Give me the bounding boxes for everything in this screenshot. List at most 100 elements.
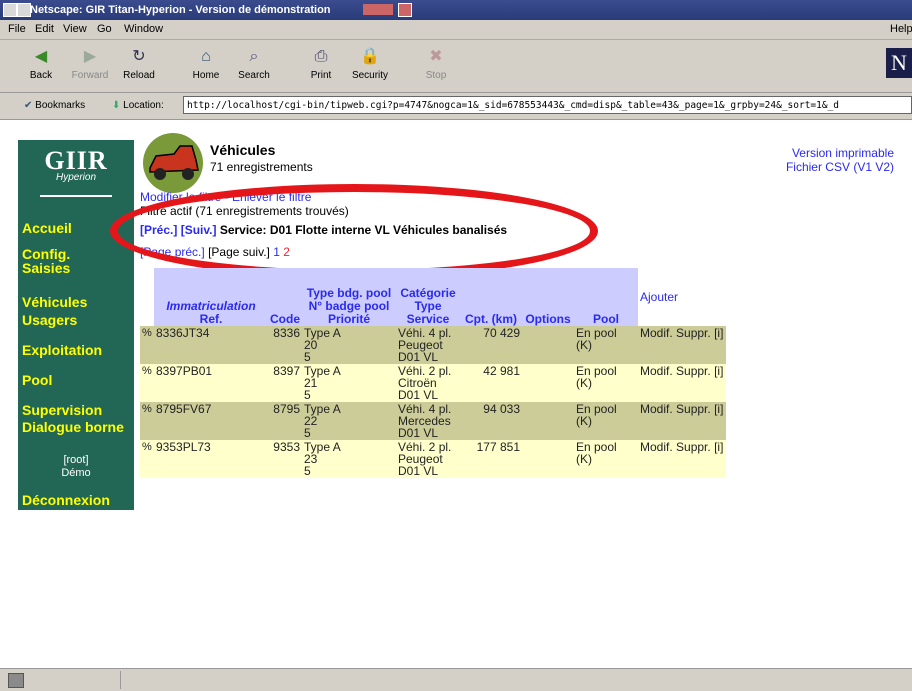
cell-code: 8795 (268, 402, 302, 440)
header-categorie[interactable]: Catégorie Type Service (396, 268, 460, 326)
csv-file-link[interactable]: Fichier CSV (V1 V2) (786, 160, 894, 174)
search-icon: ⌕ (249, 48, 259, 65)
header-code[interactable]: Code (268, 268, 302, 326)
security-lock-icon[interactable] (8, 673, 24, 688)
row-percent-link[interactable]: % (140, 402, 154, 440)
forward-button[interactable]: ▶ Forward (65, 46, 115, 81)
print-icon: ⎙ (314, 48, 328, 65)
page-content: GIIR Hyperion Accueil Config. Saisies Vé… (0, 120, 912, 668)
sidebar-item-supervision[interactable]: Supervision (22, 402, 102, 418)
back-button[interactable]: ◀ Back (16, 46, 66, 81)
header-cpt[interactable]: Cpt. (km) (460, 268, 522, 326)
stop-button[interactable]: ✖ Stop (411, 46, 461, 81)
reload-icon: ↻ (132, 48, 146, 65)
modify-link[interactable]: Modif. (640, 364, 673, 378)
sidebar-item-deconnexion[interactable]: Déconnexion (22, 492, 110, 508)
bookmark-icon: ✔ (24, 100, 33, 111)
print-button[interactable]: ⎙ Print (296, 46, 346, 81)
row-percent-link[interactable]: % (140, 326, 154, 364)
home-icon: ⌂ (201, 48, 211, 65)
delete-link[interactable]: Suppr. (676, 402, 711, 416)
window-maximize-icon[interactable] (398, 3, 412, 17)
netscape-logo: N (886, 48, 912, 78)
sidebar: GIIR Hyperion Accueil Config. Saisies Vé… (18, 140, 134, 510)
gir-logo: GIIR Hyperion (26, 146, 126, 216)
table-row: % 8397PB01 8397 Type A 21 5 Véhi. 2 pl. Cit… (140, 364, 726, 402)
cell-cpt: 70 429 (460, 326, 522, 364)
sidebar-item-exploitation[interactable]: Exploitation (22, 342, 102, 358)
delete-link[interactable]: Suppr. (676, 364, 711, 378)
sidebar-item-vehicules[interactable]: Véhicules (22, 294, 87, 310)
search-button[interactable]: ⌕ Search (229, 46, 279, 81)
info-link[interactable]: [i] (714, 440, 723, 454)
home-button[interactable]: ⌂ Home (181, 46, 231, 81)
location-label: ⬇ Location: (112, 100, 164, 111)
table-row: % 8336JT34 8336 Type A 20 5 Véhi. 4 pl. Peu… (140, 326, 726, 364)
info-link[interactable]: [i] (714, 364, 723, 378)
sidebar-item-pool[interactable]: Pool (22, 372, 52, 388)
cell-options (522, 402, 574, 440)
sidebar-item-accueil[interactable]: Accueil (22, 220, 72, 236)
table-row: % 8795FV67 8795 Type A 22 5 Véhi. 4 pl. Mer… (140, 402, 726, 440)
bookmarks-button[interactable]: ✔ Bookmarks (24, 100, 85, 111)
highlight-oval (110, 184, 598, 278)
cell-options (522, 364, 574, 402)
modify-link[interactable]: Modif. (640, 326, 673, 340)
cell-categorie: Véhi. 4 pl. Peugeot D01 VL (396, 326, 460, 364)
header-immat[interactable]: Immatriculation Ref. (154, 268, 268, 326)
menu-go[interactable]: Go (97, 20, 112, 39)
forward-arrow-icon: ▶ (83, 48, 97, 65)
menu-file[interactable]: File (8, 20, 26, 39)
row-actions: Modif. Suppr. [i] (638, 326, 726, 364)
row-actions: Modif. Suppr. [i] (638, 402, 726, 440)
cell-code: 8397 (268, 364, 302, 402)
cell-type-bdg: Type A 21 5 (302, 364, 396, 402)
header-pool[interactable]: Pool (574, 268, 638, 326)
row-percent-link[interactable]: % (140, 440, 154, 478)
cell-type-bdg: Type A 20 5 (302, 326, 396, 364)
print-version-link[interactable]: Version imprimable (786, 146, 894, 160)
window-title: Netscape: GIR Titan-Hyperion - Version d… (30, 4, 331, 16)
modify-link[interactable]: Modif. (640, 440, 673, 454)
back-arrow-icon: ◀ (34, 48, 48, 65)
delete-link[interactable]: Suppr. (676, 440, 711, 454)
cell-pool: En pool (K) (574, 326, 638, 364)
cell-type-bdg: Type A 22 5 (302, 402, 396, 440)
row-percent-link[interactable]: % (140, 364, 154, 402)
page-proxy-icon[interactable]: ⬇ (112, 100, 120, 111)
security-icon: 🔒 (360, 48, 380, 65)
info-link[interactable]: [i] (714, 326, 723, 340)
reload-button[interactable]: ↻ Reload (114, 46, 164, 81)
info-link[interactable]: [i] (714, 402, 723, 416)
menu-edit[interactable]: Edit (35, 20, 54, 39)
url-input[interactable]: http://localhost/cgi-bin/tipweb.cgi?p=47… (183, 96, 912, 114)
menu-view[interactable]: View (63, 20, 87, 39)
user-name: Démo (61, 467, 91, 479)
cell-code: 8336 (268, 326, 302, 364)
add-link[interactable]: Ajouter (638, 268, 726, 326)
window-titlebar: Netscape: GIR Titan-Hyperion - Version d… (0, 0, 912, 20)
sidebar-item-dialogue-borne[interactable]: Dialogue borne (22, 419, 124, 435)
vehicles-table: Immatriculation Ref. Code Type bdg. pool… (140, 268, 726, 478)
cell-type-bdg: Type A 23 5 (302, 440, 396, 478)
header-options[interactable]: Options (522, 268, 574, 326)
table-header-row: Immatriculation Ref. Code Type bdg. pool… (140, 268, 726, 326)
modify-link[interactable]: Modif. (640, 402, 673, 416)
sidebar-item-usagers[interactable]: Usagers (22, 312, 77, 328)
window-minimize-icon[interactable] (363, 4, 393, 15)
header-type-bdg[interactable]: Type bdg. pool N° badge pool Priorité (302, 268, 396, 326)
window-menu-icon[interactable] (17, 3, 31, 17)
page-title: Véhicules (210, 142, 276, 158)
sidebar-item-saisies[interactable]: Saisies (22, 260, 70, 276)
security-button[interactable]: 🔒 Security (345, 46, 395, 81)
menu-help[interactable]: Help (890, 20, 912, 39)
menu-window[interactable]: Window (124, 20, 163, 39)
cell-code: 9353 (268, 440, 302, 478)
status-bar (0, 668, 912, 691)
cell-cpt: 42 981 (460, 364, 522, 402)
status-divider (120, 671, 121, 689)
row-actions: Modif. Suppr. [i] (638, 364, 726, 402)
delete-link[interactable]: Suppr. (676, 326, 711, 340)
window-close-icon[interactable] (3, 3, 17, 17)
logo-truck-icon (40, 185, 112, 197)
